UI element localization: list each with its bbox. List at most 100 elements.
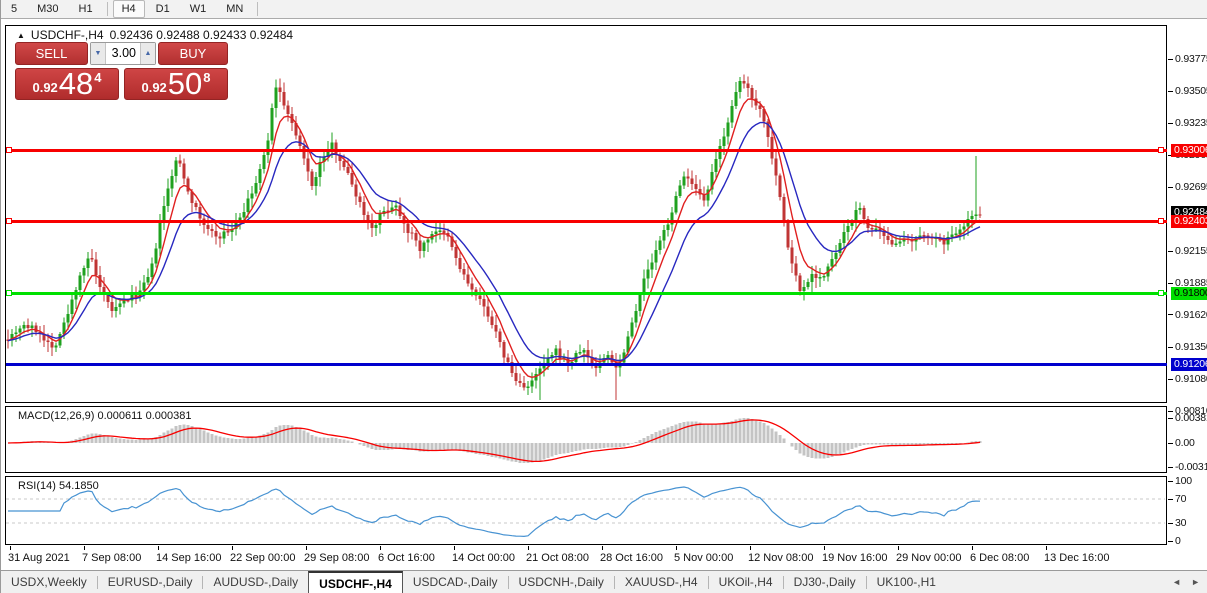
tab-scroll-left-icon[interactable]: ◄: [1172, 577, 1181, 587]
volume-input[interactable]: 3.00: [106, 43, 140, 64]
volume-increase-icon[interactable]: ▲: [140, 43, 155, 64]
rsi-axis-label: 100: [1175, 475, 1192, 487]
toolbar-separator: [257, 2, 258, 16]
tab-usdcad-daily[interactable]: USDCAD-,Daily: [403, 571, 508, 593]
time-axis-tick: [1046, 546, 1047, 550]
sell-price-sup: 4: [94, 70, 101, 85]
sell-price-box[interactable]: 0.92 48 4: [15, 68, 119, 100]
tab-eurusd-daily[interactable]: EURUSD-,Daily: [98, 571, 203, 593]
tab-ukoil-h4[interactable]: UKOil-,H4: [709, 571, 783, 593]
price-axis-label: 0.93505: [1175, 85, 1207, 97]
rsi-axis-label: 30: [1175, 517, 1186, 529]
price-axis-tick: [1168, 283, 1173, 284]
buy-price-prefix: 0.92: [141, 80, 166, 95]
rsi-label: RSI(14) 54.1850: [18, 480, 99, 492]
price-axis-tick: [1168, 347, 1173, 348]
price-axis-label: 0.91350: [1175, 341, 1207, 353]
price-axis-label: 0.92155: [1175, 245, 1207, 257]
tab-uk100-h1[interactable]: UK100-,H1: [867, 571, 946, 593]
timeframe-h1[interactable]: H1: [70, 0, 102, 18]
time-axis-tick: [824, 546, 825, 550]
time-axis-label: 29 Sep 08:00: [304, 552, 369, 564]
time-axis-label: 31 Aug 2021: [8, 552, 70, 564]
price-axis-tick: [1168, 187, 1173, 188]
line-marker-left[interactable]: [6, 290, 12, 296]
buy-price-big: 50: [168, 69, 202, 98]
time-axis-tick: [676, 546, 677, 550]
price-axis-label: 0.93235: [1175, 117, 1207, 129]
timeframe-w1[interactable]: W1: [181, 0, 216, 18]
chart-ohlc-values: 0.92436 0.92488 0.92433 0.92484: [110, 28, 294, 42]
line-marker-left[interactable]: [6, 147, 12, 153]
price-axis-label: 0.92695: [1175, 181, 1207, 193]
time-axis-tick: [232, 546, 233, 550]
line-marker-right[interactable]: [1158, 218, 1164, 224]
time-axis-tick: [602, 546, 603, 550]
line-marker-right[interactable]: [1158, 147, 1164, 153]
time-axis-label: 19 Nov 16:00: [822, 552, 887, 564]
tab-dj30-daily[interactable]: DJ30-,Daily: [784, 571, 866, 593]
line-marker-right[interactable]: [1158, 290, 1164, 296]
tab-xauusd-h4[interactable]: XAUUSD-,H4: [615, 571, 708, 593]
time-axis-label: 14 Sep 16:00: [156, 552, 221, 564]
macd-axis-tick: [1168, 443, 1173, 444]
tab-scroll-right-icon[interactable]: ►: [1191, 577, 1200, 587]
price-axis-tick: [1168, 411, 1173, 412]
macd-axis-label: 0.003811: [1175, 412, 1207, 424]
tab-usdcnh-daily[interactable]: USDCNH-,Daily: [509, 571, 614, 593]
timeframe-m30[interactable]: M30: [28, 0, 67, 18]
one-click-collapse-icon[interactable]: ▲: [17, 31, 25, 40]
price-badge-green: 0.91800: [1171, 287, 1207, 300]
tab-usdchf-h4[interactable]: USDCHF-,H4: [308, 571, 403, 593]
time-axis-label: 5 Nov 00:00: [674, 552, 733, 564]
price-axis-tick: [1168, 91, 1173, 92]
buy-price-box[interactable]: 0.92 50 8: [124, 68, 228, 100]
macd-label: MACD(12,26,9) 0.000611 0.000381: [18, 410, 191, 422]
time-axis-tick: [528, 546, 529, 550]
volume-spinner: ▼ 3.00 ▲: [90, 42, 156, 65]
time-axis-tick: [306, 546, 307, 550]
line-marker-left[interactable]: [6, 218, 12, 224]
one-click-trading-panel: SELL ▼ 3.00 ▲ BUY 0.92 48 4 0.92 50 8: [15, 42, 228, 100]
macd-axis-label: 0.00: [1175, 437, 1195, 449]
timeframe-5[interactable]: 5: [2, 0, 26, 18]
horizontal-level-line[interactable]: [6, 292, 1167, 295]
time-axis-label: 6 Dec 08:00: [970, 552, 1029, 564]
tab-audusd-daily[interactable]: AUDUSD-,Daily: [203, 571, 308, 593]
rsi-axis-tick: [1168, 523, 1173, 524]
sell-button[interactable]: SELL: [15, 42, 88, 65]
price-axis-label: 0.93775: [1175, 53, 1207, 65]
time-axis[interactable]: 31 Aug 20217 Sep 08:0014 Sep 16:0022 Sep…: [5, 546, 1207, 569]
horizontal-level-line[interactable]: [6, 220, 1167, 223]
price-axis-label: 0.91620: [1175, 309, 1207, 321]
buy-button[interactable]: BUY: [158, 42, 228, 65]
price-axis[interactable]: 0.937750.935050.932350.929650.926950.921…: [1168, 25, 1207, 569]
sell-price-big: 48: [59, 69, 93, 98]
time-axis-tick: [158, 546, 159, 550]
rsi-chart: [6, 477, 1166, 544]
time-axis-label: 6 Oct 16:00: [378, 552, 435, 564]
macd-axis-tick: [1168, 418, 1173, 419]
chart-window: ▲ USDCHF-,H4 0.92436 0.92488 0.92433 0.9…: [1, 20, 1207, 569]
tab-scroll-controls: ◄►: [1172, 571, 1207, 593]
time-axis-tick: [972, 546, 973, 550]
time-axis-tick: [380, 546, 381, 550]
tab-usdx-weekly[interactable]: USDX,Weekly: [1, 571, 97, 593]
horizontal-level-line[interactable]: [6, 363, 1167, 366]
time-axis-label: 21 Oct 08:00: [526, 552, 589, 564]
price-axis-tick: [1168, 251, 1173, 252]
macd-axis-tick: [1168, 467, 1173, 468]
rsi-axis-tick: [1168, 481, 1173, 482]
timeframe-mn[interactable]: MN: [217, 0, 252, 18]
volume-decrease-icon[interactable]: ▼: [91, 43, 106, 64]
time-axis-label: 14 Oct 00:00: [452, 552, 515, 564]
time-axis-label: 13 Dec 16:00: [1044, 552, 1109, 564]
mt4-window: 5M30H1 H4D1W1MN ▲ USDCHF-,H4 0.92436 0.92…: [0, 0, 1207, 593]
price-badge-blue: 0.91206: [1171, 358, 1207, 371]
time-axis-tick: [454, 546, 455, 550]
timeframe-h4[interactable]: H4: [113, 0, 145, 18]
timeframe-d1[interactable]: D1: [147, 0, 179, 18]
horizontal-level-line[interactable]: [6, 149, 1167, 152]
price-axis-tick: [1168, 123, 1173, 124]
time-axis-label: 28 Oct 16:00: [600, 552, 663, 564]
